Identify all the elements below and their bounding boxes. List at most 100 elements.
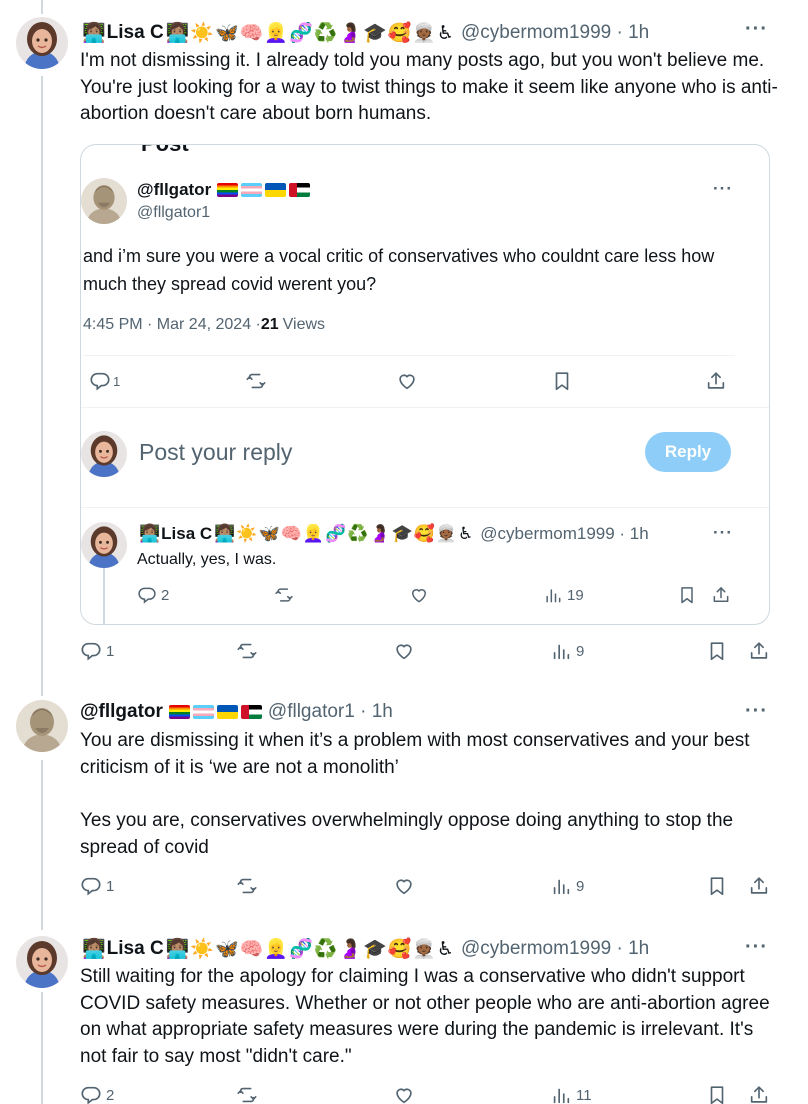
ukraine-flag-icon	[265, 183, 287, 197]
views-count: 19	[567, 586, 584, 604]
nested-more-icon[interactable]: ···	[713, 523, 733, 543]
bookmark-button[interactable]	[677, 585, 697, 605]
repost-icon	[274, 585, 294, 605]
repost-button[interactable]	[245, 370, 267, 392]
divider	[83, 355, 735, 356]
nested-handle[interactable]: @cybermom1999 · 1h	[480, 524, 648, 544]
emoji-prefix: 👩🏽‍💻	[82, 23, 107, 44]
quote-handle-row: @fllgator1	[137, 204, 210, 222]
quote-avatar[interactable]	[81, 178, 127, 224]
name-emojis: 👩🏽‍💻☀️🦋🧠👱‍♀️🧬♻️🤰🏾🎓🥰👳🏾♿	[165, 939, 455, 960]
reply-input[interactable]: Post your reply	[139, 439, 292, 466]
share-button[interactable]	[748, 640, 770, 662]
reply-icon	[137, 585, 157, 605]
handle[interactable]: @cybermom1999 · 1h	[461, 22, 649, 44]
like-button[interactable]	[409, 585, 429, 605]
avatar[interactable]	[16, 17, 68, 69]
views-count: 9	[576, 642, 585, 660]
nested-avatar[interactable]	[81, 522, 127, 568]
heart-icon	[393, 1084, 415, 1104]
trans-flag-icon	[241, 183, 263, 197]
post-text-2: Yes you are, conservatives overwhelmingl…	[80, 810, 734, 858]
card-header-clipped: Post	[141, 145, 189, 157]
reply-button[interactable]: 1	[80, 640, 114, 662]
heart-icon	[393, 640, 415, 662]
reply-button[interactable]: 2	[137, 585, 169, 605]
post-header: 👩🏽‍💻 Lisa C 👩🏽‍💻☀️🦋🧠👱‍♀️🧬♻️🤰🏾🎓🥰👳🏾♿ @cybe…	[80, 21, 649, 45]
reply-count: 1	[113, 373, 121, 389]
flag-emojis	[168, 705, 262, 719]
reply-button[interactable]: 1	[89, 370, 120, 392]
bookmark-button[interactable]	[551, 370, 573, 392]
nested-action-bar: 2 19	[81, 585, 770, 615]
like-button[interactable]	[396, 370, 418, 392]
quote-more-icon[interactable]: ···	[713, 179, 733, 199]
more-icon[interactable]: ···	[745, 936, 768, 959]
quoted-post-card[interactable]: Post @fllgator @fllgator1 ··· and i’m su…	[80, 144, 770, 625]
bookmark-button[interactable]	[706, 1084, 728, 1104]
repost-button[interactable]	[236, 875, 258, 897]
reply-button[interactable]: 1	[80, 875, 114, 897]
repost-button[interactable]	[236, 640, 258, 662]
avatar[interactable]	[16, 700, 68, 752]
reply-count: 1	[106, 642, 115, 660]
quote-meta: 4:45 PM · Mar 24, 2024 · 21 Views	[83, 316, 325, 334]
bookmark-icon	[551, 370, 573, 392]
views-icon	[543, 585, 563, 605]
share-button[interactable]	[705, 370, 727, 392]
display-name[interactable]: @fllgator	[80, 701, 163, 723]
quote-views-count: 21	[260, 316, 279, 333]
repost-button[interactable]	[236, 1084, 258, 1104]
more-icon[interactable]: ···	[745, 18, 768, 41]
quote-handle[interactable]: @fllgator1	[137, 204, 210, 222]
post-3[interactable]: 👩🏽‍💻 Lisa C 👩🏽‍💻☀️🦋🧠👱‍♀️🧬♻️🤰🏾🎓🥰👳🏾♿ @cybe…	[0, 926, 808, 1104]
display-name[interactable]: Lisa C	[107, 22, 164, 44]
handle[interactable]: @fllgator1 · 1h	[268, 701, 393, 723]
reply-icon	[80, 875, 102, 897]
post-1[interactable]: 👩🏽‍💻 Lisa C 👩🏽‍💻☀️🦋🧠👱‍♀️🧬♻️🤰🏾🎓🥰👳🏾♿ @cybe…	[0, 0, 808, 690]
palestine-flag-icon	[240, 705, 262, 719]
like-button[interactable]	[393, 875, 415, 897]
nested-header: 👩🏽‍💻 Lisa C 👩🏽‍💻☀️🦋🧠👱‍♀️🧬♻️🤰🏾🎓🥰👳🏾♿ @cybe…	[137, 524, 649, 544]
post-2[interactable]: @fllgator @fllgator1 · 1h ··· You are di…	[0, 690, 808, 930]
views-count: 11	[576, 1086, 592, 1104]
bookmark-button[interactable]	[706, 640, 728, 662]
post-text: Still waiting for the apology for claimi…	[80, 966, 770, 1067]
quote-timestamp[interactable]: 4:45 PM · Mar 24, 2024 ·	[83, 316, 261, 334]
views-button[interactable]: 19	[543, 585, 584, 605]
repost-icon	[236, 875, 258, 897]
views-icon	[550, 875, 572, 897]
reply-submit-button[interactable]: Reply	[645, 432, 731, 472]
like-button[interactable]	[393, 640, 415, 662]
divider	[81, 507, 769, 508]
avatar[interactable]	[16, 936, 68, 988]
share-icon	[748, 1084, 770, 1104]
bookmark-icon	[677, 585, 697, 605]
views-button[interactable]: 9	[550, 875, 584, 897]
repost-button[interactable]	[274, 585, 294, 605]
display-name[interactable]: Lisa C	[107, 938, 164, 960]
quote-display-name[interactable]: @fllgator	[137, 180, 211, 200]
reply-button[interactable]: 2	[80, 1084, 114, 1104]
compose-avatar	[81, 431, 127, 477]
like-button[interactable]	[393, 1084, 415, 1104]
handle[interactable]: @cybermom1999 · 1h	[461, 938, 649, 960]
post-action-bar: 1 9	[0, 875, 808, 905]
more-icon[interactable]: ···	[745, 700, 768, 723]
views-button[interactable]: 9	[550, 640, 584, 662]
bookmark-button[interactable]	[706, 875, 728, 897]
reply-icon	[80, 1084, 102, 1104]
flag-emojis	[217, 183, 311, 197]
repost-icon	[245, 370, 267, 392]
reply-count: 2	[106, 1086, 115, 1104]
share-button[interactable]	[748, 875, 770, 897]
views-button[interactable]: 11	[550, 1084, 592, 1104]
emoji-prefix: 👩🏽‍💻	[139, 524, 162, 543]
share-icon	[711, 585, 731, 605]
quote-action-bar: 1	[81, 370, 770, 400]
nested-display-name[interactable]: Lisa C	[161, 524, 212, 544]
share-button[interactable]	[711, 585, 731, 605]
repost-icon	[236, 640, 258, 662]
bookmark-icon	[706, 875, 728, 897]
share-button[interactable]	[748, 1084, 770, 1104]
